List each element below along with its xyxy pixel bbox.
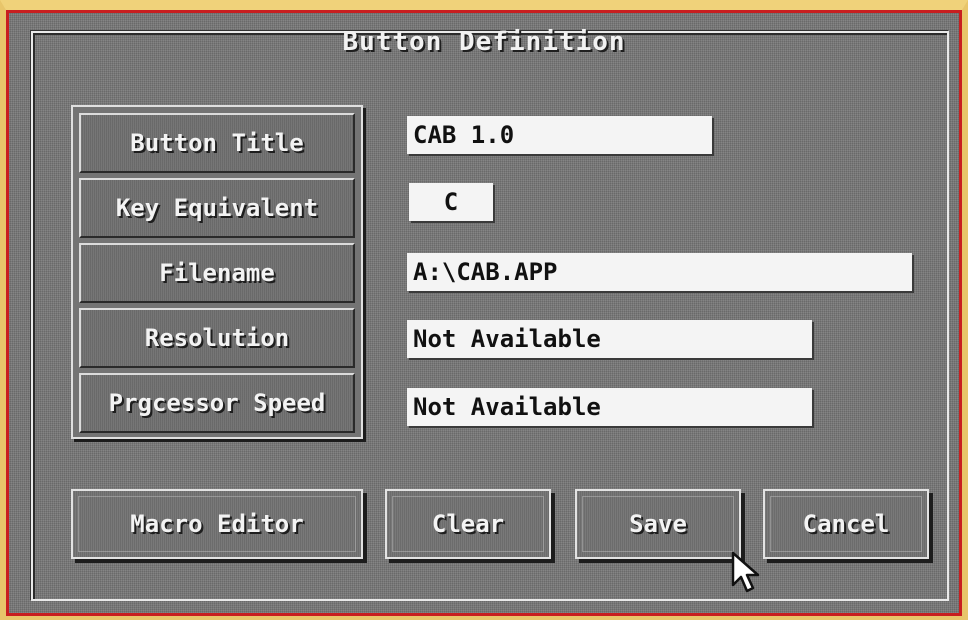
cancel-button[interactable]: Cancel bbox=[763, 489, 929, 559]
label-resolution[interactable]: Resolution bbox=[79, 308, 355, 368]
button-definition-dialog: Button Definition Button Title Key Equiv… bbox=[6, 10, 962, 616]
label-button-title[interactable]: Button Title bbox=[79, 113, 355, 173]
save-button[interactable]: Save bbox=[575, 489, 741, 559]
button-title-field[interactable]: CAB 1.0 bbox=[407, 116, 712, 154]
key-equivalent-field[interactable]: C bbox=[409, 183, 493, 221]
filename-field[interactable]: A:\CAB.APP bbox=[407, 253, 912, 291]
label-key-equivalent[interactable]: Key Equivalent bbox=[79, 178, 355, 238]
button-inner-bevel bbox=[78, 496, 356, 552]
label-column: Button Title Key Equivalent Filename Res… bbox=[71, 105, 363, 439]
label-processor-speed[interactable]: Prgcessor Speed bbox=[79, 373, 355, 433]
button-inner-bevel bbox=[770, 496, 922, 552]
button-inner-bevel bbox=[582, 496, 734, 552]
macro-editor-button[interactable]: Macro Editor bbox=[71, 489, 363, 559]
button-inner-bevel bbox=[392, 496, 544, 552]
mouse-pointer-icon bbox=[731, 551, 760, 593]
label-filename[interactable]: Filename bbox=[79, 243, 355, 303]
dialog-title: Button Definition bbox=[342, 27, 626, 57]
resolution-field[interactable]: Not Available bbox=[407, 320, 812, 358]
clear-button[interactable]: Clear bbox=[385, 489, 551, 559]
processor-speed-field[interactable]: Not Available bbox=[407, 388, 812, 426]
